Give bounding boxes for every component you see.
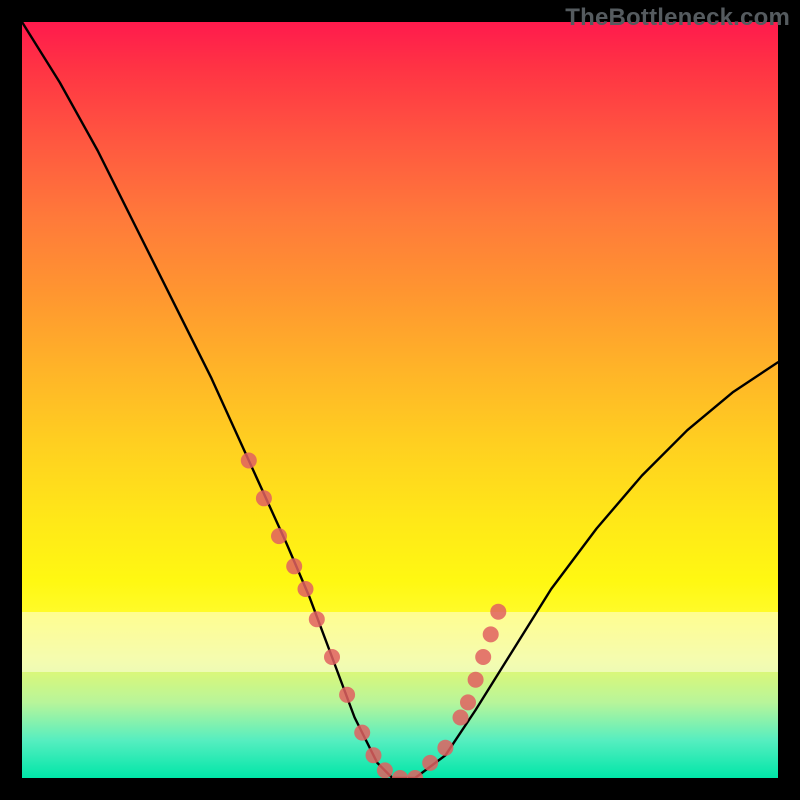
bottleneck-curve: [22, 22, 778, 778]
chart-svg: [22, 22, 778, 778]
attribution-text: TheBottleneck.com: [565, 4, 790, 32]
highlight-points: [241, 453, 507, 779]
chart-plot-area: [22, 22, 778, 778]
